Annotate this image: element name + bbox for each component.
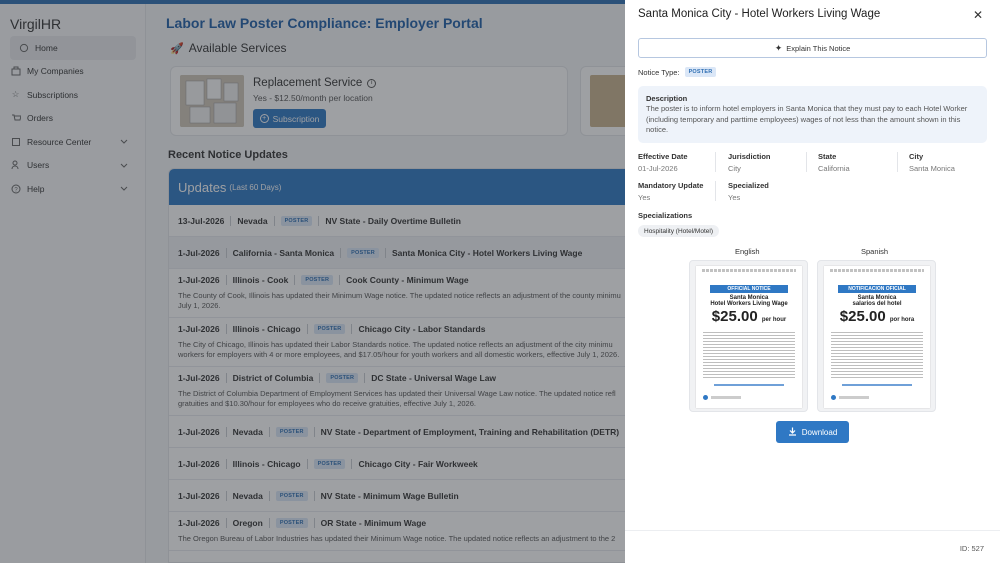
- poster-footer-text: [839, 396, 869, 399]
- field-specialized: Specialized Yes: [728, 181, 769, 202]
- field-mandatory-update: Mandatory Update Yes: [638, 181, 703, 202]
- field-value: Yes: [638, 193, 651, 202]
- poster-subtitle: Hotel Workers Living Wage: [710, 301, 788, 307]
- poster-amount-unit: per hour: [761, 317, 787, 323]
- field-label: Specialized: [728, 181, 769, 190]
- description-label: Description: [646, 94, 688, 103]
- poster-amount: $25.00 por hora: [839, 308, 915, 325]
- notice-type: Notice Type: POSTER: [638, 67, 717, 77]
- field-label: City: [909, 152, 924, 161]
- specializations-label: Specializations: [638, 211, 693, 220]
- spanish-poster-thumbnail[interactable]: NOTIFICACION OFICIAL Santa Monica salari…: [817, 260, 936, 412]
- specialization-chip: Hospitality (Hotel/Motel): [638, 225, 719, 237]
- field-value: Yes: [728, 193, 741, 202]
- poster-preview: OFFICIAL NOTICE Santa Monica Hotel Worke…: [696, 266, 802, 408]
- panel-title: Santa Monica City - Hotel Workers Living…: [638, 8, 881, 20]
- poster-preview: NOTIFICACION OFICIAL Santa Monica salari…: [824, 266, 930, 408]
- poster-body-text: [703, 332, 795, 380]
- seal-icon: [703, 395, 708, 400]
- poster-header-text: [702, 269, 796, 272]
- notice-id: ID: 527: [959, 544, 984, 553]
- download-icon: [788, 427, 797, 438]
- field-effective-date: Effective Date 01-Jul-2026: [638, 152, 688, 173]
- description-text: The poster is to inform hotel employers …: [646, 104, 968, 134]
- seal-icon: [831, 395, 836, 400]
- field-divider: [715, 152, 716, 172]
- field-state: State California: [818, 152, 850, 173]
- poster-link: [842, 384, 912, 386]
- panel-footer: ID: 527: [625, 530, 1000, 563]
- download-button[interactable]: Download: [776, 421, 849, 443]
- explain-notice-button[interactable]: ✦ Explain This Notice: [638, 38, 987, 58]
- poster-footer-text: [711, 396, 741, 399]
- field-jurisdiction: Jurisdiction City: [728, 152, 771, 173]
- field-value: California: [818, 164, 850, 173]
- poster-link: [714, 384, 784, 386]
- field-value: City: [728, 164, 741, 173]
- notice-type-badge: POSTER: [684, 67, 717, 77]
- notice-type-label: Notice Type:: [638, 67, 680, 77]
- poster-city: Santa Monica salarios del hotel: [824, 295, 930, 307]
- poster-banner: NOTIFICACION OFICIAL: [838, 285, 916, 293]
- poster-amount-unit: por hora: [889, 317, 915, 323]
- poster-body-text: [831, 332, 923, 380]
- field-divider: [806, 152, 807, 172]
- sparkle-icon: ✦: [774, 42, 783, 53]
- field-label: Effective Date: [638, 152, 688, 161]
- explain-notice-label: Explain This Notice: [786, 43, 851, 53]
- field-label: Jurisdiction: [728, 152, 771, 161]
- description-box: Description The poster is to inform hote…: [638, 86, 987, 143]
- poster-amount-value: 25.00: [720, 308, 758, 325]
- field-label: State: [818, 152, 837, 161]
- field-value: Santa Monica: [909, 164, 955, 173]
- poster-header-text: [830, 269, 924, 272]
- field-label: Mandatory Update: [638, 181, 704, 190]
- spanish-label: Spanish: [861, 247, 889, 256]
- close-icon[interactable]: ✕: [973, 8, 983, 22]
- field-divider: [897, 152, 898, 172]
- poster-amount: $25.00 per hour: [711, 308, 787, 325]
- poster-amount-value: 25.00: [848, 308, 886, 325]
- download-label: Download: [801, 427, 838, 437]
- poster-banner: OFFICIAL NOTICE: [710, 285, 788, 293]
- poster-city: Santa Monica Hotel Workers Living Wage: [696, 295, 802, 307]
- english-label: English: [735, 247, 760, 256]
- english-poster-thumbnail[interactable]: OFFICIAL NOTICE Santa Monica Hotel Worke…: [689, 260, 808, 412]
- notice-detail-panel: Santa Monica City - Hotel Workers Living…: [625, 0, 1000, 563]
- poster-subtitle: salarios del hotel: [852, 301, 902, 307]
- field-value: 01-Jul-2026: [638, 164, 678, 173]
- modal-overlay[interactable]: [0, 0, 625, 563]
- field-city: City Santa Monica: [909, 152, 955, 173]
- field-divider: [715, 181, 716, 201]
